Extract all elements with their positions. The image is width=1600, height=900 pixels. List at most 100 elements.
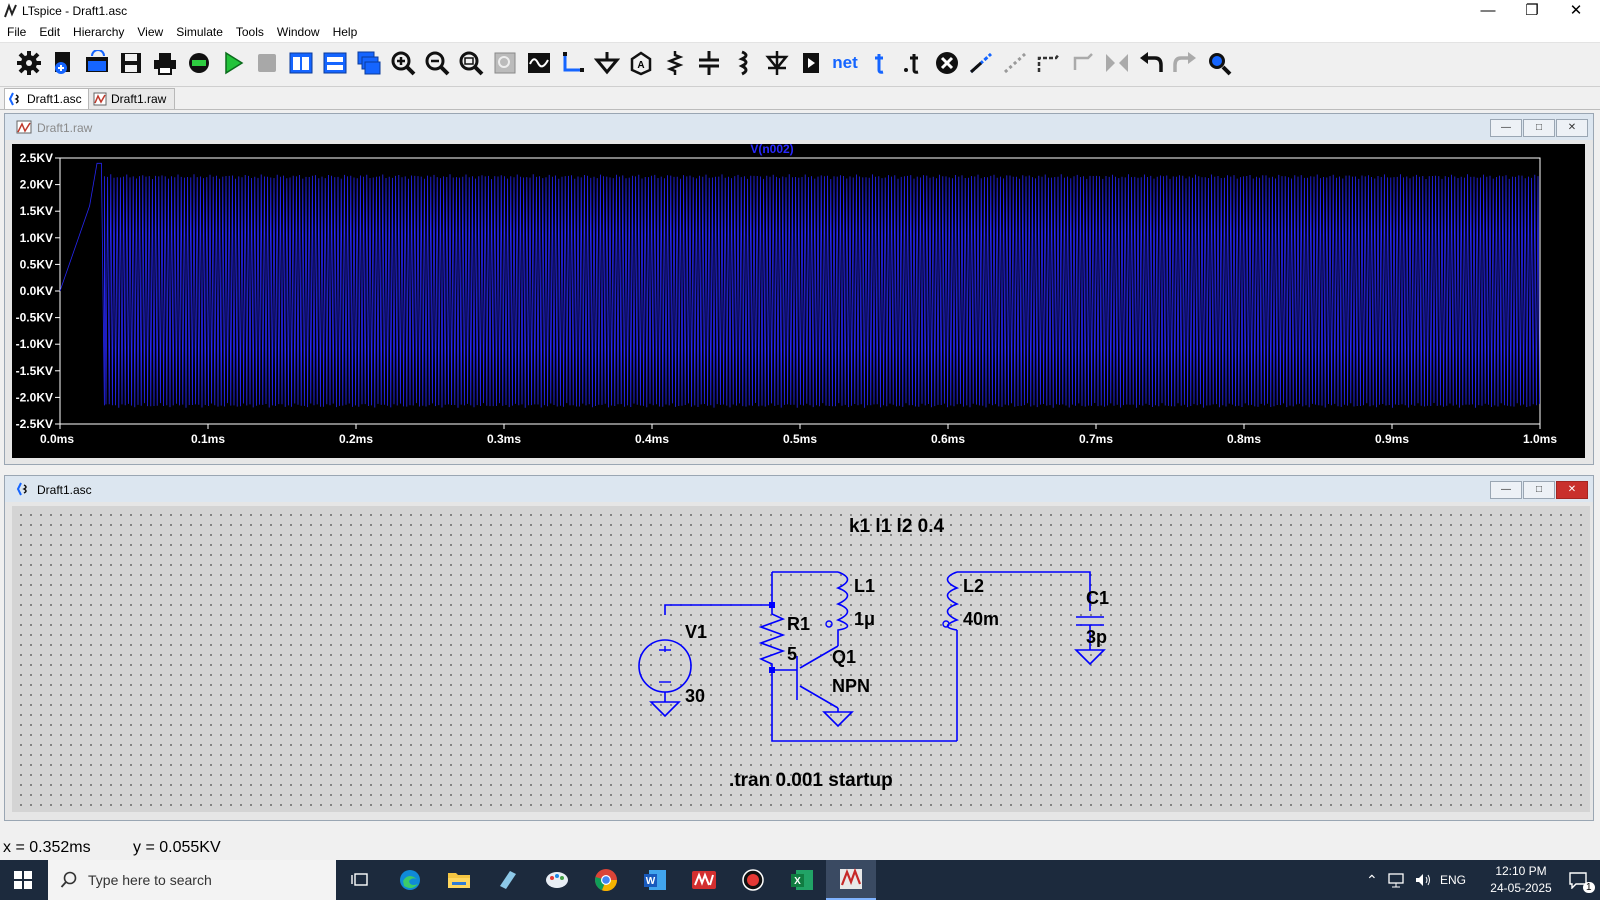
y-tick-label: -1.0KV bbox=[16, 337, 53, 351]
net-label: net bbox=[832, 53, 858, 72]
schematic-canvas[interactable]: k1 l1 l2 0.4 .tran 0.001 startup V1 30 R… bbox=[12, 506, 1590, 812]
y-tick-label: 1.5KV bbox=[20, 204, 53, 218]
zoom-back-icon[interactable] bbox=[490, 48, 520, 78]
menu-file[interactable]: File bbox=[0, 22, 32, 39]
settings-icon[interactable] bbox=[14, 48, 44, 78]
menu-simulate[interactable]: Simulate bbox=[169, 22, 229, 39]
component-icon[interactable] bbox=[796, 48, 826, 78]
find-icon[interactable] bbox=[1204, 48, 1234, 78]
cursor-x-readout: x = 0.352ms bbox=[3, 839, 91, 856]
wire bbox=[664, 604, 772, 615]
chrome-icon[interactable] bbox=[588, 865, 624, 895]
zoom-fit-icon[interactable] bbox=[456, 48, 486, 78]
delete-icon[interactable] bbox=[932, 48, 962, 78]
excel-icon[interactable]: X bbox=[784, 865, 820, 895]
c1-name[interactable]: C1 bbox=[1086, 588, 1109, 609]
tile-horizontal-icon[interactable] bbox=[320, 48, 350, 78]
q1-name[interactable]: Q1 bbox=[832, 647, 856, 668]
l1-value[interactable]: 1μ bbox=[854, 609, 875, 630]
menu-help[interactable]: Help bbox=[326, 22, 364, 39]
wire-icon[interactable] bbox=[558, 48, 588, 78]
cascade-icon[interactable] bbox=[354, 48, 384, 78]
l2-name[interactable]: L2 bbox=[963, 576, 984, 597]
print-icon[interactable] bbox=[150, 48, 180, 78]
v1-name[interactable]: V1 bbox=[685, 622, 707, 643]
y-tick-label: -0.5KV bbox=[16, 311, 53, 325]
taskbar-search-box[interactable]: Type here to search bbox=[48, 860, 336, 900]
app-icon[interactable] bbox=[490, 865, 526, 895]
r1-value[interactable]: 5 bbox=[787, 644, 797, 665]
close-button[interactable]: ✕ bbox=[1556, 119, 1588, 137]
start-button[interactable] bbox=[5, 865, 41, 895]
run-icon[interactable] bbox=[218, 48, 248, 78]
menu-tools[interactable]: Tools bbox=[229, 22, 270, 39]
menu-view[interactable]: View bbox=[130, 22, 169, 39]
waveform-window-title: Draft1.raw bbox=[37, 121, 93, 135]
ltspice-taskbar-icon[interactable] bbox=[826, 860, 876, 900]
chevron-up-icon[interactable]: ⌃ bbox=[1366, 872, 1378, 889]
duplicate-icon[interactable] bbox=[966, 48, 996, 78]
volume-icon[interactable] bbox=[1414, 872, 1432, 888]
close-button[interactable]: ✕ bbox=[1554, 0, 1598, 22]
file-explorer-icon[interactable] bbox=[441, 865, 477, 895]
r1-name[interactable]: R1 bbox=[787, 614, 810, 635]
mirror-icon[interactable] bbox=[1102, 48, 1132, 78]
record-icon[interactable] bbox=[735, 865, 771, 895]
close-button[interactable]: ✕ bbox=[1556, 481, 1588, 499]
v1-value[interactable]: 30 bbox=[685, 686, 705, 707]
restore-button[interactable]: ❐ bbox=[1510, 0, 1554, 22]
x-tick-label: 0.5ms bbox=[783, 432, 817, 446]
l2-value[interactable]: 40m bbox=[963, 609, 999, 630]
ground-icon[interactable] bbox=[592, 48, 622, 78]
drag-icon[interactable] bbox=[1034, 48, 1064, 78]
resistor-icon[interactable] bbox=[660, 48, 690, 78]
x-tick-label: 0.2ms bbox=[339, 432, 373, 446]
tran-directive[interactable]: .tran 0.001 startup bbox=[729, 770, 893, 792]
q1-value[interactable]: NPN bbox=[832, 676, 870, 697]
halt-icon[interactable] bbox=[252, 48, 282, 78]
menu-edit[interactable]: Edit bbox=[32, 22, 66, 39]
matlab-icon[interactable] bbox=[686, 865, 722, 895]
tile-vertical-icon[interactable] bbox=[286, 48, 316, 78]
control-panel-icon[interactable] bbox=[184, 48, 214, 78]
rotate-icon[interactable] bbox=[1068, 48, 1098, 78]
diode-icon[interactable] bbox=[762, 48, 792, 78]
menu-hierarchy[interactable]: Hierarchy bbox=[66, 22, 130, 39]
coupling-directive[interactable]: k1 l1 l2 0.4 bbox=[849, 516, 944, 538]
new-schematic-icon[interactable] bbox=[48, 48, 78, 78]
save-icon[interactable] bbox=[116, 48, 146, 78]
maximize-button[interactable]: □ bbox=[1523, 481, 1555, 499]
text-icon[interactable] bbox=[864, 48, 894, 78]
clock-date[interactable]: 24-05-2025 bbox=[1484, 881, 1558, 895]
l1-name[interactable]: L1 bbox=[854, 576, 875, 597]
menu-window[interactable]: Window bbox=[270, 22, 326, 39]
minimize-button[interactable]: — bbox=[1490, 119, 1522, 137]
status-bar: x = 0.352ms y = 0.055KV bbox=[0, 836, 1600, 860]
inductor-icon[interactable] bbox=[728, 48, 758, 78]
edge-browser-icon[interactable] bbox=[392, 865, 428, 895]
language-indicator[interactable]: ENG bbox=[1440, 873, 1466, 887]
open-icon[interactable] bbox=[82, 48, 112, 78]
redo-icon[interactable] bbox=[1170, 48, 1200, 78]
spice-directive-icon[interactable] bbox=[898, 48, 928, 78]
label-net-icon[interactable]: A bbox=[626, 48, 656, 78]
net-icon[interactable]: net bbox=[830, 48, 860, 78]
tab-draft1-asc[interactable]: Draft1.asc bbox=[4, 88, 91, 109]
minimize-button[interactable]: — bbox=[1466, 0, 1510, 22]
capacitor-icon[interactable] bbox=[694, 48, 724, 78]
zoom-in-icon[interactable] bbox=[388, 48, 418, 78]
autorange-icon[interactable] bbox=[524, 48, 554, 78]
network-icon[interactable] bbox=[1388, 872, 1406, 888]
tab-draft1-raw[interactable]: Draft1.raw bbox=[88, 88, 176, 109]
word-icon[interactable]: W bbox=[637, 865, 673, 895]
zoom-out-icon[interactable] bbox=[422, 48, 452, 78]
minimize-button[interactable]: — bbox=[1490, 481, 1522, 499]
move-icon[interactable] bbox=[1000, 48, 1030, 78]
maximize-button[interactable]: □ bbox=[1523, 119, 1555, 137]
clock-time[interactable]: 12:10 PM bbox=[1488, 864, 1554, 878]
c1-value[interactable]: 3p bbox=[1086, 627, 1107, 648]
undo-icon[interactable] bbox=[1136, 48, 1166, 78]
task-view-icon[interactable] bbox=[342, 865, 378, 895]
waveform-plot[interactable]: 2.5KV 2.0KV 1.5KV 1.0KV 0.5KV 0.0KV -0.5KV -1.0… bbox=[12, 142, 1585, 458]
paint-icon[interactable] bbox=[539, 865, 575, 895]
